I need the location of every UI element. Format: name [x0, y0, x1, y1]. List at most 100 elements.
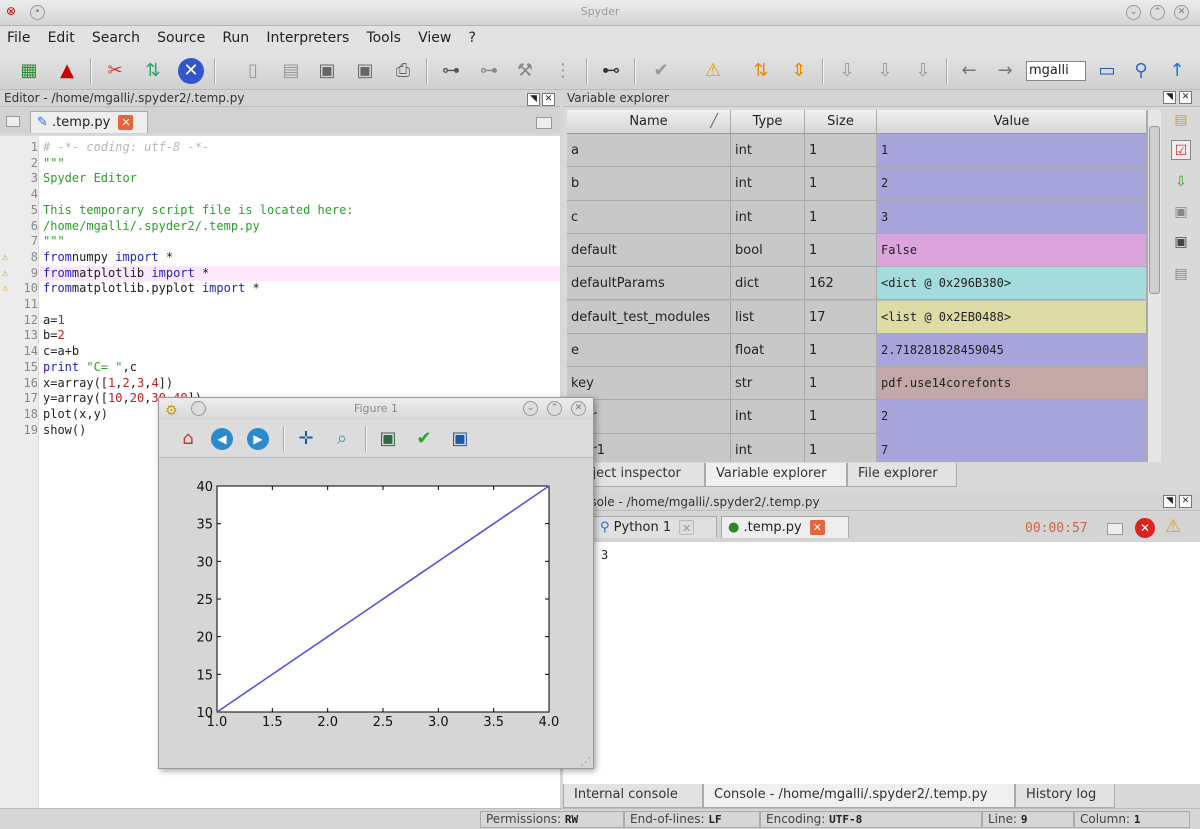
browse-directory-icon[interactable]: ▭ — [1094, 58, 1120, 84]
pane-close-icon[interactable]: ✕ — [1179, 495, 1192, 508]
tab-console[interactable]: Console - /home/mgalli/.spyder2/.temp.py — [703, 784, 1015, 808]
variable-value-cell[interactable]: pdf.use14corefonts — [877, 367, 1147, 401]
working-directory-field[interactable]: mgalli — [1026, 61, 1086, 81]
find-next-icon[interactable]: ⊶ — [476, 58, 502, 84]
variable-size-cell[interactable]: 1 — [805, 400, 877, 434]
console-options-icon[interactable] — [1107, 523, 1123, 535]
variable-type-cell[interactable]: list — [731, 300, 805, 334]
variable-name-cell[interactable]: c — [567, 200, 731, 234]
variable-type-cell[interactable]: bool — [731, 233, 805, 268]
variable-value-cell[interactable]: 2.718281828459045 — [877, 333, 1147, 368]
variable-name-cell[interactable]: b — [567, 167, 731, 201]
pane-close-icon[interactable]: ✕ — [542, 93, 555, 106]
maximize-button[interactable]: ⌃ — [1150, 5, 1165, 20]
home-icon[interactable]: ⌂ — [175, 426, 201, 452]
binoculars-icon[interactable]: ⊷ — [598, 58, 624, 84]
variable-size-cell[interactable]: 17 — [805, 300, 877, 334]
pan-icon[interactable]: ✛ — [293, 426, 319, 452]
tab-internal-console[interactable]: Internal console — [563, 784, 703, 808]
file-list-icon[interactable] — [6, 116, 20, 127]
variable-type-cell[interactable]: int — [731, 433, 805, 462]
variable-type-cell[interactable]: str — [731, 367, 805, 401]
col-header-name[interactable]: Name ╱ — [567, 110, 731, 134]
variable-value-cell[interactable]: False — [877, 233, 1147, 268]
menu-edit[interactable]: Edit — [41, 26, 81, 46]
menu-interpreters[interactable]: Interpreters — [259, 26, 355, 46]
find-icon[interactable]: ⊶ — [438, 58, 464, 84]
open-file-icon[interactable]: ▤ — [278, 58, 304, 84]
save-data-icon[interactable]: ▣ — [1171, 202, 1191, 222]
variable-value-cell[interactable]: <list @ 0x2EB0488> — [877, 300, 1147, 334]
download-icon[interactable]: ⇩ — [1171, 172, 1191, 192]
resize-grip-icon[interactable]: ⋰ — [580, 755, 591, 768]
figure-menu-button[interactable] — [191, 401, 206, 416]
pane-close-icon[interactable]: ✕ — [1179, 91, 1192, 104]
save-icon[interactable]: ▣ — [314, 58, 340, 84]
figure-close-button[interactable]: ✕ — [571, 401, 586, 416]
warning-icon[interactable]: ⚠ — [700, 58, 726, 84]
parent-directory-icon[interactable]: ↑ — [1164, 58, 1190, 84]
console-tab-temp[interactable]: ● .temp.py ✕ — [721, 516, 849, 538]
maximize-pane-icon[interactable]: ▲ — [54, 58, 80, 84]
col-header-type[interactable]: Type — [731, 110, 805, 134]
warning-icon[interactable]: ⚠ — [1165, 516, 1181, 537]
goto-icon[interactable]: ⋮ — [550, 58, 576, 84]
close-tab-icon[interactable]: ✕ — [679, 520, 695, 535]
menu-view[interactable]: View — [411, 26, 457, 46]
variable-name-cell[interactable]: defaultParams — [567, 267, 731, 301]
variable-value-cell[interactable]: <dict @ 0x296B380> — [877, 267, 1147, 301]
next-warning-icon[interactable]: ⇕ — [786, 58, 812, 84]
save-figure-icon[interactable]: ▣ — [447, 426, 473, 452]
menu-run[interactable]: Run — [215, 26, 255, 46]
run-cell-icon[interactable]: ⇩ — [910, 58, 936, 84]
tab-variable-explorer[interactable]: Variable explorer — [705, 463, 847, 487]
console-tab-python[interactable]: ⚲ Python 1 ✕ — [593, 516, 717, 538]
new-file-icon[interactable]: ▯ — [240, 58, 266, 84]
figure-minimize-button[interactable]: ⌄ — [523, 401, 538, 416]
figure-plot[interactable]: 1.0 1.5 2.0 2.5 3.0 3.5 4.010152025303540 — [161, 460, 591, 765]
subplots-icon[interactable]: ▣ — [375, 426, 401, 452]
variable-size-cell[interactable]: 1 — [805, 433, 877, 462]
variable-name-cell[interactable]: key — [567, 367, 731, 401]
variable-name-cell[interactable]: default — [567, 233, 731, 268]
forward-icon[interactable]: ▶ — [247, 428, 269, 450]
variable-value-cell[interactable]: 1 — [877, 134, 1147, 168]
variable-size-cell[interactable]: 162 — [805, 267, 877, 301]
menu-search[interactable]: Search — [85, 26, 146, 46]
variable-type-cell[interactable]: float — [731, 333, 805, 368]
warning-icon[interactable]: ⚠ — [2, 283, 8, 294]
variable-table-scrollbar[interactable] — [1147, 110, 1161, 462]
col-header-size[interactable]: Size — [805, 110, 877, 134]
editor-options-icon[interactable] — [536, 117, 552, 129]
variable-table[interactable]: Name ╱ Type Size Value a int 1 1 b int 1 2 c int 1 3… — [567, 110, 1147, 462]
variable-size-cell[interactable]: 1 — [805, 233, 877, 268]
variable-value-cell[interactable]: 2 — [877, 400, 1147, 434]
close-window-button[interactable]: ✕ — [1174, 5, 1189, 20]
warning-icon[interactable]: ⚠ — [2, 252, 8, 263]
variable-size-cell[interactable]: 1 — [805, 200, 877, 234]
zoom-icon[interactable]: ⌕ — [329, 426, 355, 452]
editor-tab-temp[interactable]: ✎ .temp.py ✕ — [30, 111, 148, 133]
save-all-icon[interactable]: ▣ — [352, 58, 378, 84]
back-icon[interactable]: ◀ — [211, 428, 233, 450]
col-header-value[interactable]: Value — [877, 110, 1147, 134]
python-icon[interactable]: ⚲ — [1128, 58, 1154, 84]
figure-window[interactable]: ⚙ Figure 1 ⌄ ⌃ ✕ ⌂ ◀ ▶ ✛ ⌕ ▣ ✔ ▣ 1.0 1.5 2… — [158, 397, 594, 769]
variable-type-cell[interactable]: int — [731, 200, 805, 234]
tab-file-explorer[interactable]: File explorer — [847, 463, 957, 487]
variable-size-cell[interactable]: 1 — [805, 134, 877, 168]
print-icon[interactable]: ⎙ — [390, 58, 416, 84]
variable-size-cell[interactable]: 1 — [805, 367, 877, 401]
minimize-button[interactable]: ⌄ — [1126, 5, 1141, 20]
menu-tools[interactable]: Tools — [359, 26, 407, 46]
run-icon[interactable]: ⇩ — [834, 58, 860, 84]
variable-type-cell[interactable]: dict — [731, 267, 805, 301]
variable-type-cell[interactable]: int — [731, 167, 805, 201]
tools-icon[interactable]: ✂ — [102, 58, 128, 84]
edit-icon[interactable]: ☑ — [1171, 140, 1191, 160]
variable-name-cell[interactable]: e — [567, 333, 731, 368]
pane-undock-icon[interactable]: ◥ — [1163, 91, 1176, 104]
check-icon[interactable]: ✔ — [648, 58, 674, 84]
interrupt-icon[interactable]: ✕ — [178, 58, 204, 84]
save-data-as-icon[interactable]: ▣ — [1171, 232, 1191, 252]
